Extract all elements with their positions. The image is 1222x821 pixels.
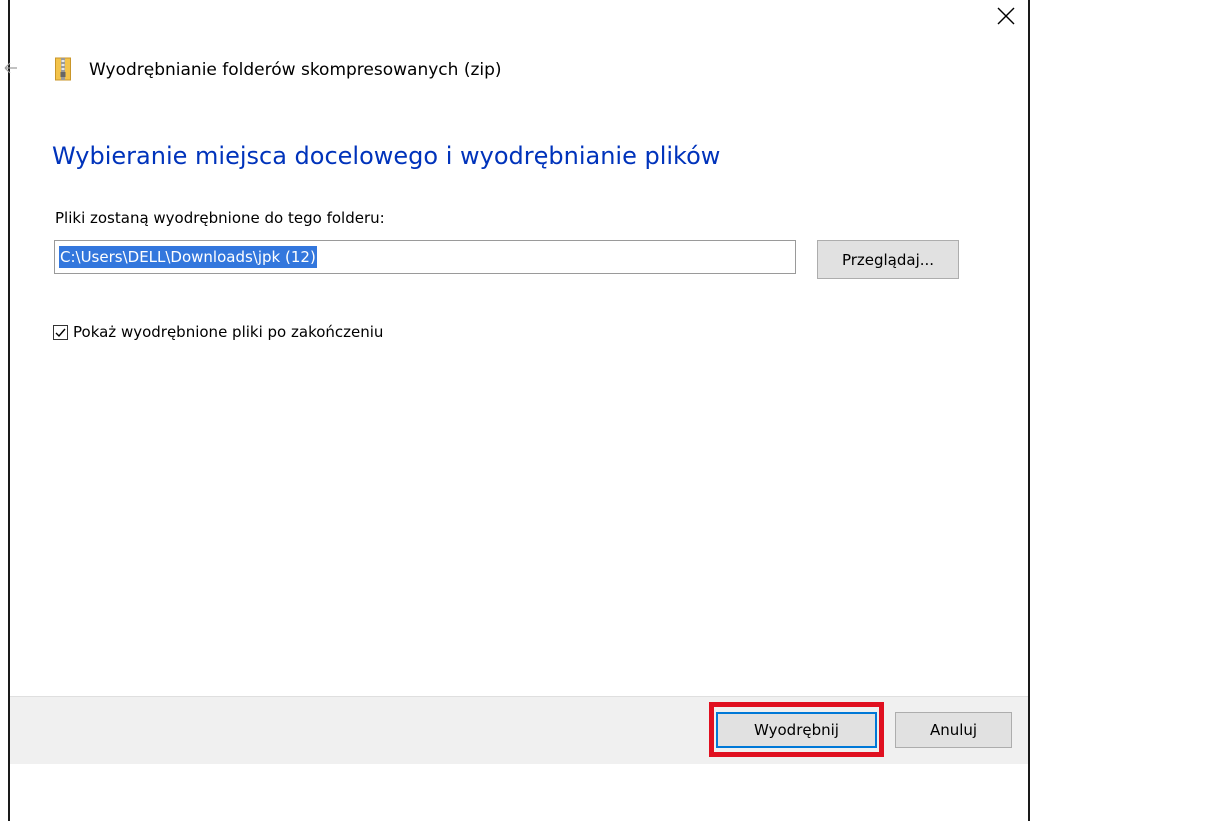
checkmark-icon xyxy=(55,328,66,337)
destination-label: Pliki zostaną wyodrębnione do tego folde… xyxy=(55,209,385,227)
window-title: Wyodrębnianie folderów skompresowanych (… xyxy=(89,60,502,80)
show-files-option[interactable]: Pokaż wyodrębnione pliki po zakończeniu xyxy=(53,323,383,341)
show-files-label: Pokaż wyodrębnione pliki po zakończeniu xyxy=(73,323,384,341)
close-icon[interactable] xyxy=(994,4,1018,28)
window-border-right xyxy=(1028,0,1030,821)
zip-folder-icon xyxy=(55,57,71,81)
cancel-button[interactable]: Anuluj xyxy=(895,712,1012,748)
show-files-checkbox[interactable] xyxy=(53,324,68,340)
browse-button[interactable]: Przeglądaj... xyxy=(817,240,959,279)
page-heading: Wybieranie miejsca docelowego i wyodrębn… xyxy=(52,142,721,170)
destination-path-value: C:\Users\DELL\Downloads\jpk (12) xyxy=(59,246,317,268)
extract-button[interactable]: Wyodrębnij xyxy=(716,712,877,748)
destination-path-input[interactable]: C:\Users\DELL\Downloads\jpk (12) xyxy=(54,240,796,274)
back-arrow-icon[interactable] xyxy=(3,60,19,76)
